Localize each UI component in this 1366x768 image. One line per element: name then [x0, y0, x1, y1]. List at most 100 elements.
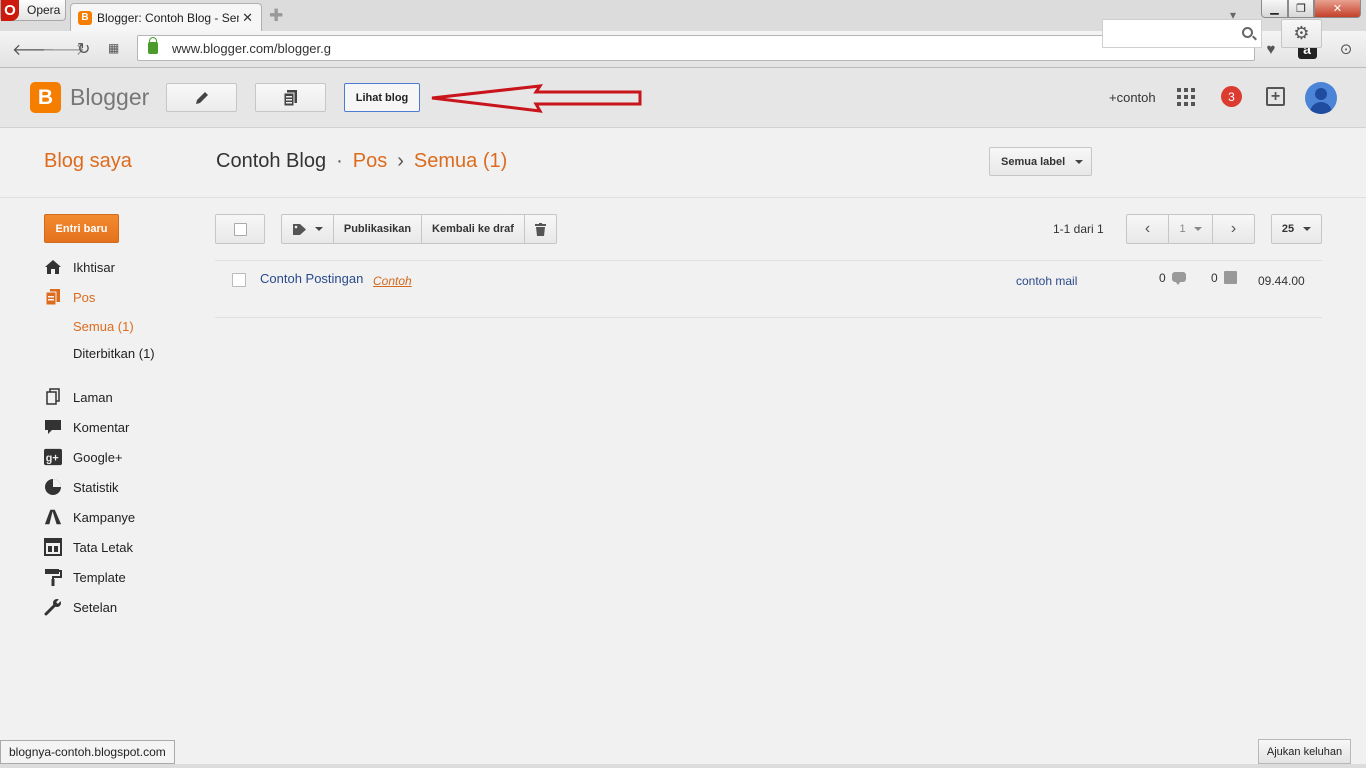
gear-icon: ⚙ — [1293, 23, 1310, 43]
address-bar[interactable]: www.blogger.com/blogger.g — [137, 35, 1255, 61]
sidebar-item-template[interactable]: Template — [44, 568, 126, 586]
pagination-range: 1-1 dari 1 — [1053, 222, 1104, 236]
breadcrumb: Contoh Blog · Pos › Semua (1) — [216, 150, 507, 173]
sidebar-item-pages[interactable]: Laman — [44, 388, 113, 406]
select-all-checkbox-button[interactable] — [215, 214, 265, 244]
posts-per-page-value: 25 — [1281, 223, 1295, 235]
annotation-arrow-icon — [431, 84, 642, 113]
close-tab-icon[interactable]: ✕ — [242, 10, 253, 26]
reload-icon[interactable]: ↻ — [77, 39, 90, 59]
google-plus-icon: g+ — [44, 448, 62, 466]
label-tag-dropdown-button[interactable] — [281, 214, 334, 244]
comment-count: 0 — [1159, 271, 1166, 285]
chevron-down-icon — [1193, 227, 1202, 231]
pages-icon — [44, 388, 62, 406]
blogger-logo[interactable]: B Blogger — [30, 82, 149, 113]
page-title-bar: Blog saya Contoh Blog · Pos › Semua (1) … — [0, 128, 1366, 198]
sidebar-item-label: Statistik — [73, 479, 119, 495]
comment-icon — [1172, 272, 1186, 285]
sidebar-item-label: Google+ — [73, 449, 123, 465]
checkbox-icon — [233, 222, 247, 236]
sidebar-subitem-all[interactable]: Semua (1) — [73, 319, 134, 334]
tab-title: Blogger: Contoh Blog - Semua — [97, 10, 239, 25]
page-number-dropdown[interactable]: 1 — [1168, 214, 1213, 244]
sidebar-item-label: Ikhtisar — [73, 259, 115, 275]
svg-text:g+: g+ — [46, 453, 59, 465]
post-time: 09.44.00 — [1258, 274, 1305, 288]
post-title-link[interactable]: Contoh Postingan — [260, 271, 363, 286]
posts-icon — [44, 288, 62, 306]
download-icon[interactable]: ⊙ — [1334, 37, 1358, 61]
settings-gear-button[interactable]: ⚙ — [1281, 19, 1322, 48]
minimize-window-button[interactable]: ▁ — [1261, 0, 1288, 18]
google-plus-user-link[interactable]: +contoh — [1109, 90, 1156, 105]
list-divider — [215, 317, 1322, 318]
view-count: 0 — [1211, 271, 1218, 285]
opera-menu-label: Opera — [27, 3, 61, 17]
post-label-link[interactable]: Contoh — [373, 274, 412, 288]
previous-page-button[interactable]: ‹ — [1126, 214, 1169, 244]
posts-icon — [283, 89, 297, 106]
new-post-pencil-button[interactable] — [166, 83, 237, 112]
blogger-favicon-icon: B — [78, 10, 92, 25]
breadcrumb-section[interactable]: Pos — [353, 150, 387, 173]
wrench-icon — [44, 598, 62, 616]
delete-button[interactable] — [524, 214, 557, 244]
blogger-logo-icon: B — [30, 82, 61, 113]
sidebar-item-campaign[interactable]: Kampanye — [44, 508, 135, 526]
breadcrumb-blog-name[interactable]: Contoh Blog — [216, 150, 326, 173]
labels-filter-value: Semua label — [1001, 155, 1066, 168]
tag-icon — [293, 223, 306, 235]
views-image-icon — [1224, 271, 1237, 284]
close-window-button[interactable]: ✕ — [1314, 0, 1361, 18]
opera-menu-button[interactable]: O Opera — [0, 0, 66, 21]
search-posts-input[interactable] — [1102, 19, 1262, 48]
sidebar-item-settings[interactable]: Setelan — [44, 598, 117, 616]
window-bottom-border — [0, 764, 1366, 768]
new-tab-icon[interactable]: ✚ — [269, 6, 283, 26]
send-feedback-button[interactable]: Ajukan keluhan — [1258, 739, 1351, 764]
posts-per-page-dropdown[interactable]: 25 — [1271, 214, 1322, 244]
opera-logo-icon: O — [1, 0, 19, 21]
publish-button[interactable]: Publikasikan — [333, 214, 422, 244]
sidebar-item-stats[interactable]: Statistik — [44, 478, 119, 496]
chevron-down-icon — [315, 227, 323, 231]
speed-dial-icon[interactable]: ▦ — [108, 41, 119, 55]
view-blog-button[interactable]: Lihat blog — [344, 83, 420, 112]
browser-status-bar: blognya-contoh.blogspot.com — [0, 740, 175, 764]
chevron-down-icon — [1303, 227, 1312, 231]
posts-list-button[interactable] — [255, 83, 326, 112]
heart-icon[interactable]: ♥ — [1259, 37, 1283, 61]
breadcrumb-chevron-icon: › — [397, 150, 404, 172]
user-avatar[interactable] — [1305, 82, 1337, 114]
blogger-logo-text: Blogger — [70, 84, 150, 110]
trash-icon — [535, 222, 546, 236]
labels-filter-dropdown[interactable]: Semua label — [989, 147, 1092, 176]
comments-icon — [44, 418, 62, 436]
revert-to-draft-button[interactable]: Kembali ke draf — [421, 214, 525, 244]
sidebar-item-label: Laman — [73, 389, 113, 405]
apps-grid-icon[interactable] — [1177, 88, 1195, 106]
sidebar-item-label: Tata Letak — [73, 539, 133, 555]
sidebar-item-overview[interactable]: Ikhtisar — [44, 258, 115, 276]
sidebar-item-google-plus[interactable]: g+ Google+ — [44, 448, 123, 466]
sidebar-item-layout[interactable]: Tata Letak — [44, 538, 133, 556]
my-blogs-link[interactable]: Blog saya — [44, 150, 132, 173]
sidebar-item-posts[interactable]: Pos — [44, 288, 95, 306]
template-icon — [44, 568, 62, 586]
browser-tab-active[interactable]: B Blogger: Contoh Blog - Semua ✕ — [70, 3, 262, 31]
campaign-icon — [44, 508, 62, 526]
breadcrumb-current: Semua (1) — [413, 150, 508, 172]
notification-badge[interactable]: 3 — [1221, 86, 1242, 107]
restore-window-button[interactable]: ❐ — [1288, 0, 1314, 18]
share-plus-icon[interactable]: + — [1266, 87, 1285, 106]
search-icon[interactable] — [1242, 27, 1253, 38]
sidebar-item-comments[interactable]: Komentar — [44, 418, 129, 436]
chevron-down-icon — [1075, 159, 1084, 164]
sidebar-subitem-published[interactable]: Diterbitkan (1) — [73, 346, 155, 361]
post-checkbox[interactable] — [232, 273, 246, 287]
next-page-button[interactable]: › — [1212, 214, 1255, 244]
page-number-value: 1 — [1179, 223, 1186, 235]
chevron-right-icon: › — [1230, 220, 1237, 237]
new-post-button[interactable]: Entri baru — [44, 214, 119, 243]
